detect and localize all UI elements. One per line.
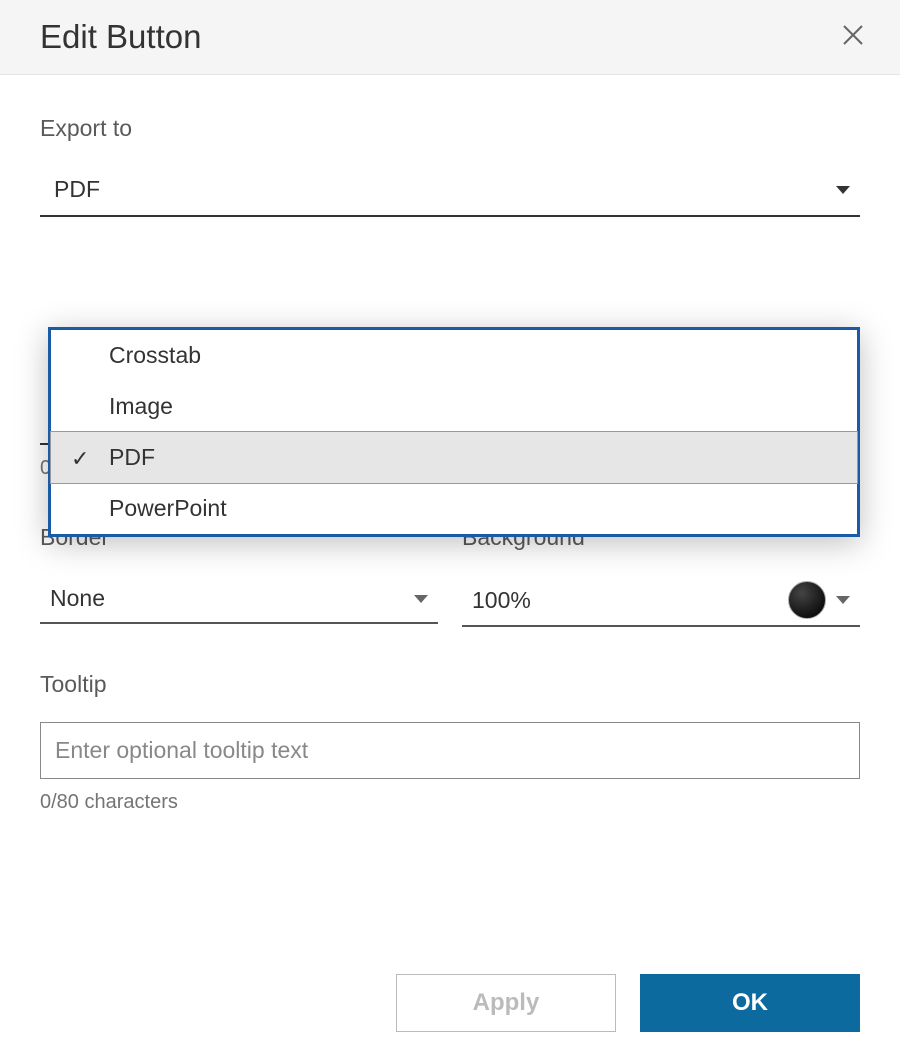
tooltip-label: Tooltip: [40, 671, 860, 698]
dropdown-option-crosstab[interactable]: Crosstab: [51, 330, 857, 381]
export-to-select[interactable]: PDF: [40, 166, 860, 217]
dialog-header: Edit Button: [0, 0, 900, 75]
tooltip-input[interactable]: [40, 722, 860, 779]
dropdown-option-label: PowerPoint: [109, 495, 227, 521]
color-swatch-icon[interactable]: [788, 581, 826, 619]
dropdown-option-pdf[interactable]: ✓ PDF: [50, 431, 858, 484]
dropdown-option-image[interactable]: Image: [51, 381, 857, 432]
check-icon: ✓: [71, 446, 89, 472]
dropdown-option-powerpoint[interactable]: PowerPoint: [51, 483, 857, 534]
tooltip-field: Tooltip 0/80 characters: [40, 671, 860, 814]
border-field: Border None: [40, 524, 438, 627]
background-value: 100%: [472, 587, 778, 614]
close-icon[interactable]: [836, 22, 870, 52]
dialog-footer: Apply OK: [0, 962, 900, 1062]
background-field: Background 100%: [462, 524, 860, 627]
chevron-down-icon: [414, 595, 428, 603]
dropdown-option-label: Crosstab: [109, 342, 201, 368]
export-to-dropdown: Crosstab Image ✓ PDF PowerPoint: [48, 327, 860, 537]
chevron-down-icon: [836, 596, 850, 604]
dropdown-option-label: PDF: [109, 444, 155, 470]
dialog-title: Edit Button: [40, 18, 201, 56]
ok-button[interactable]: OK: [640, 974, 860, 1032]
chevron-down-icon: [836, 186, 850, 194]
export-to-value: PDF: [54, 176, 836, 203]
dropdown-option-label: Image: [109, 393, 173, 419]
border-value: None: [50, 585, 414, 612]
background-select[interactable]: 100%: [462, 575, 860, 627]
edit-button-dialog: Edit Button Export to PDF Crosstab Image…: [0, 0, 900, 1062]
tooltip-helper-text: 0/80 characters: [40, 791, 860, 814]
dialog-content: Export to PDF Crosstab Image ✓ PDF Power…: [0, 75, 900, 962]
apply-button[interactable]: Apply: [396, 974, 616, 1032]
export-to-label: Export to: [40, 115, 860, 142]
border-select[interactable]: None: [40, 575, 438, 624]
